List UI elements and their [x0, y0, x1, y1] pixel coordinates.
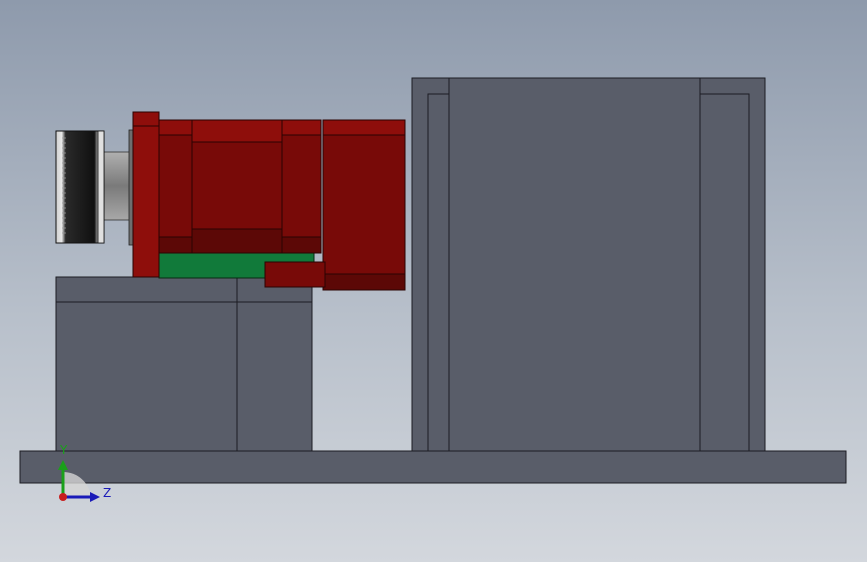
motor-end-cap — [322, 119, 406, 291]
z-axis-arrowhead — [90, 492, 100, 502]
terminal-box — [264, 261, 326, 288]
coupling-disc — [55, 130, 105, 244]
gearbox-body — [158, 119, 322, 254]
left-pedestal — [55, 276, 313, 452]
base-plate — [19, 450, 847, 484]
motor-flange — [132, 111, 160, 278]
z-axis-label: Z — [103, 486, 111, 500]
cad-viewport[interactable]: Y Z — [0, 0, 867, 562]
assembly-drawing: Y Z — [19, 77, 847, 502]
right-housing — [411, 77, 766, 452]
triad-origin — [59, 493, 67, 501]
y-axis-label: Y — [59, 443, 68, 457]
